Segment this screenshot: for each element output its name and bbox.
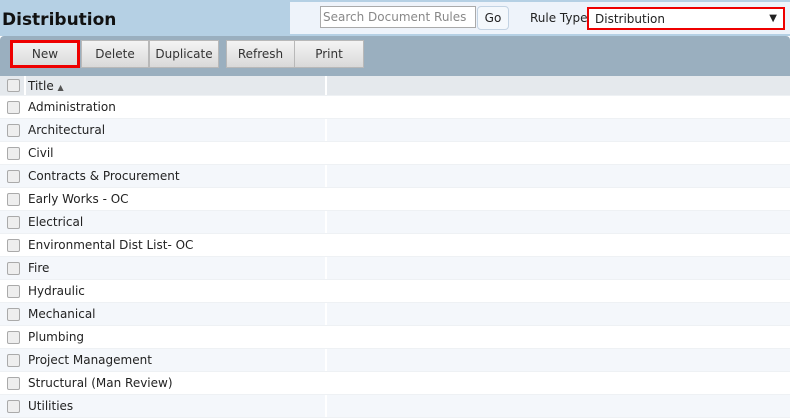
row-checkbox[interactable]: [7, 262, 20, 275]
table-row[interactable]: Early Works - OC: [0, 188, 790, 211]
grid-header-row: Title ▲: [0, 76, 790, 96]
select-all-checkbox[interactable]: [7, 79, 20, 92]
duplicate-button[interactable]: Duplicate: [149, 40, 219, 68]
dropdown-arrow-icon: ▼: [769, 13, 777, 24]
table-row[interactable]: Administration: [0, 96, 790, 119]
table-row[interactable]: Architectural: [0, 119, 790, 142]
row-title[interactable]: Contracts & Procurement: [28, 165, 180, 188]
row-title[interactable]: Hydraulic: [28, 280, 85, 303]
row-title[interactable]: Plumbing: [28, 326, 84, 349]
search-input[interactable]: [320, 6, 476, 28]
table-row[interactable]: Plumbing: [0, 326, 790, 349]
row-checkbox[interactable]: [7, 193, 20, 206]
rule-type-select[interactable]: Distribution ▼: [587, 7, 785, 30]
column-header-title[interactable]: Title ▲: [28, 76, 64, 98]
row-checkbox[interactable]: [7, 354, 20, 367]
rules-grid: Title ▲ Administration Architectural Civil…: [0, 76, 790, 418]
print-button[interactable]: Print: [294, 40, 364, 68]
row-title[interactable]: Environmental Dist List- OC: [28, 234, 193, 257]
row-title[interactable]: Civil: [28, 142, 53, 165]
row-checkbox[interactable]: [7, 147, 20, 160]
table-row[interactable]: Hydraulic: [0, 280, 790, 303]
row-title[interactable]: Architectural: [28, 119, 105, 142]
row-title[interactable]: Electrical: [28, 211, 83, 234]
row-title[interactable]: Mechanical: [28, 303, 96, 326]
toolbar: New Delete Duplicate Refresh Print: [0, 36, 790, 76]
table-row[interactable]: Mechanical: [0, 303, 790, 326]
row-checkbox[interactable]: [7, 308, 20, 321]
row-title[interactable]: Administration: [28, 96, 116, 119]
table-row[interactable]: Environmental Dist List- OC: [0, 234, 790, 257]
row-checkbox[interactable]: [7, 101, 20, 114]
table-row[interactable]: Project Management: [0, 349, 790, 372]
row-checkbox[interactable]: [7, 170, 20, 183]
table-row[interactable]: Utilities: [0, 395, 790, 418]
rule-type-label: Rule Type:: [530, 11, 592, 25]
row-checkbox[interactable]: [7, 377, 20, 390]
row-title[interactable]: Fire: [28, 257, 49, 280]
row-title[interactable]: Project Management: [28, 349, 152, 372]
row-checkbox[interactable]: [7, 331, 20, 344]
table-row[interactable]: Fire: [0, 257, 790, 280]
table-row[interactable]: Contracts & Procurement: [0, 165, 790, 188]
rule-type-value: Distribution: [595, 12, 666, 26]
row-checkbox[interactable]: [7, 124, 20, 137]
sort-asc-icon: ▲: [57, 83, 64, 92]
new-button[interactable]: New: [10, 40, 80, 68]
go-button[interactable]: Go: [477, 6, 509, 30]
delete-button[interactable]: Delete: [81, 40, 149, 68]
table-row[interactable]: Structural (Man Review): [0, 372, 790, 395]
table-row[interactable]: Civil: [0, 142, 790, 165]
row-checkbox[interactable]: [7, 216, 20, 229]
table-row[interactable]: Electrical: [0, 211, 790, 234]
row-title[interactable]: Structural (Man Review): [28, 372, 173, 395]
refresh-button[interactable]: Refresh: [226, 40, 295, 68]
row-checkbox[interactable]: [7, 239, 20, 252]
row-title[interactable]: Early Works - OC: [28, 188, 129, 211]
row-checkbox[interactable]: [7, 400, 20, 413]
page-title: Distribution: [2, 10, 117, 30]
row-checkbox[interactable]: [7, 285, 20, 298]
row-title[interactable]: Utilities: [28, 395, 73, 418]
